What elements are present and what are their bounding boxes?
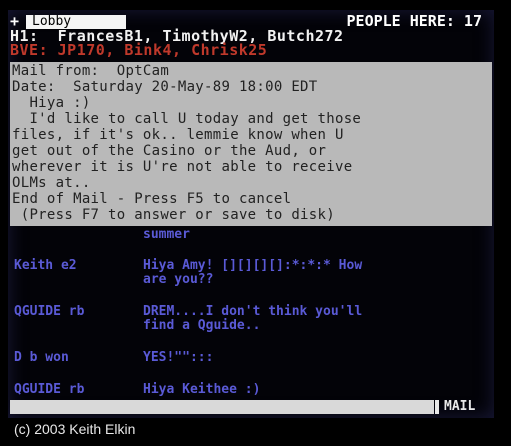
mail-line: OLMs at.. [12,175,91,191]
mail-line: (Press F7 to answer or save to disk) [12,207,335,223]
mail-line: files, if it's ok.. lemmie know when U [12,127,344,143]
chat-message: Hiya Keithee :) [143,382,261,397]
chat-message-cont: are you?? [143,272,214,287]
mode-indicator: MAIL [444,399,476,414]
chat-message: Hiya Amy! [][][][]:*:*:* How [143,258,363,273]
mail-line: Mail from: OptCam [12,63,170,79]
people-here-count: PEOPLE HERE: 17 [346,12,482,30]
chat-message: YES!""::: [143,350,214,365]
mail-line: End of Mail - Press F5 to cancel [12,191,292,207]
mail-line: Date: Saturday 20-May-89 18:00 EDT [12,79,318,95]
mail-line: Hiya :) [12,95,91,111]
mail-line: get out of the Casino or the Aud, or [12,143,327,159]
chat-handle: QGUIDE rb [14,382,85,397]
roster-line-2: BVE: JP170, Bink4, Chrisk25 [10,41,268,59]
text-cursor [435,400,439,414]
chat-message-cont: find a Qguide.. [143,318,261,333]
chat-handle: Keith e2 [14,258,77,273]
copyright-caption: (c) 2003 Keith Elkin [14,421,136,437]
chat-handle: QGUIDE rb [14,304,85,319]
chat-handle: D b won [14,350,69,365]
mail-line: wherever it is U're not able to receive [12,159,353,175]
chat-input[interactable] [10,400,434,414]
mail-panel: Mail from: OptCam Date: Saturday 20-May-… [10,62,492,226]
chat-fragment: summer [143,227,190,242]
mail-line: I'd like to call U today and get those [12,111,362,127]
terminal-screen: + Lobby PEOPLE HERE: 17 H1: FrancesB1, T… [8,10,494,418]
chat-message: DREM....I don't think you'll [143,304,363,319]
